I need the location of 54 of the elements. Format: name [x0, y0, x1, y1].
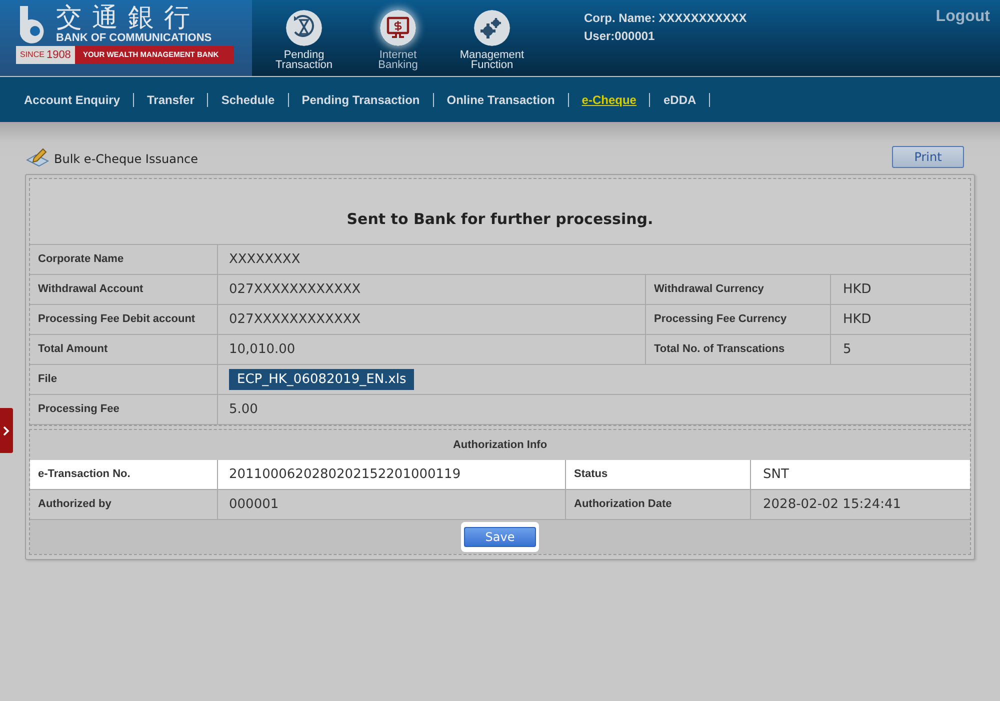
- field-value: 5: [843, 340, 852, 359]
- field-value: 5.00: [229, 400, 258, 419]
- user-id: User:000001: [584, 28, 656, 45]
- field-label: Processing Fee Currency: [654, 312, 787, 328]
- logo-chinese-name: 交通銀行: [56, 4, 200, 32]
- nav-link[interactable]: Transfer: [147, 90, 194, 108]
- field-value: HKD: [843, 310, 872, 329]
- field-label: e-Transaction No.: [38, 467, 130, 482]
- field-label: Total No. of Transcations: [654, 342, 785, 358]
- gears-icon: [474, 10, 510, 46]
- logo-english-name: BANK OF COMMUNICATIONS: [56, 32, 212, 44]
- chevron-right-icon: [3, 426, 10, 436]
- field-value: HKD: [843, 280, 872, 299]
- nav-link[interactable]: e-Cheque: [582, 90, 636, 108]
- nav-link[interactable]: Schedule: [221, 90, 275, 108]
- field-value: 000001: [229, 496, 279, 514]
- section-title: Authorization Info: [452, 438, 548, 453]
- field-value: 10,010.00: [229, 340, 296, 359]
- field-label: Withdrawal Currency: [654, 282, 764, 298]
- edit-document-icon: [26, 148, 50, 168]
- field-label: Withdrawal Account: [38, 282, 144, 298]
- field-value: 027XXXXXXXXXXXX: [229, 280, 361, 299]
- year-label: 1908: [46, 48, 71, 63]
- field-label: Total Amount: [38, 342, 108, 358]
- field-label: Processing Fee: [38, 402, 120, 418]
- field-value: 027XXXXXXXXXXXX: [229, 310, 361, 329]
- nav-link[interactable]: Account Enquiry: [24, 90, 120, 108]
- field-label: File: [38, 372, 57, 388]
- nav-link[interactable]: Online Transaction: [446, 90, 555, 108]
- shortcut-button[interactable]: Pending Transaction: [264, 10, 344, 76]
- status-message: Sent to Bank for further processing.: [346, 209, 654, 230]
- field-label: Processing Fee Debit account: [38, 312, 196, 328]
- nav-link[interactable]: eDDA: [663, 90, 696, 108]
- field-value: XXXXXXXX: [229, 250, 300, 269]
- hourglass-icon: [286, 10, 322, 46]
- field-label: Authorized by: [38, 497, 112, 512]
- field-value: 2011000620280202152201000119: [229, 466, 461, 484]
- shortcut-button[interactable]: Internet Banking: [358, 10, 438, 76]
- nav-link[interactable]: Pending Transaction: [302, 90, 420, 108]
- side-panel-toggle[interactable]: [0, 408, 13, 453]
- logout-link[interactable]: Logout: [936, 5, 990, 29]
- shortcut-button[interactable]: Management Function: [452, 10, 532, 76]
- print-button[interactable]: Print: [892, 146, 964, 168]
- corp-name: Corp. Name: XXXXXXXXXXX: [584, 10, 747, 27]
- monitor-icon: [380, 10, 416, 46]
- field-label: Corporate Name: [38, 252, 124, 268]
- field-label: Authorization Date: [574, 497, 672, 512]
- file-link[interactable]: ECP_HK_06082019_EN.xls: [229, 368, 414, 390]
- save-button[interactable]: Save: [464, 527, 536, 547]
- field-label: Status: [574, 467, 608, 482]
- page-title: Bulk e-Cheque Issuance: [54, 151, 198, 168]
- field-value: SNT: [763, 466, 789, 484]
- since-label: SINCE: [20, 49, 44, 61]
- field-value: 2028-02-02 15:24:41: [763, 496, 902, 514]
